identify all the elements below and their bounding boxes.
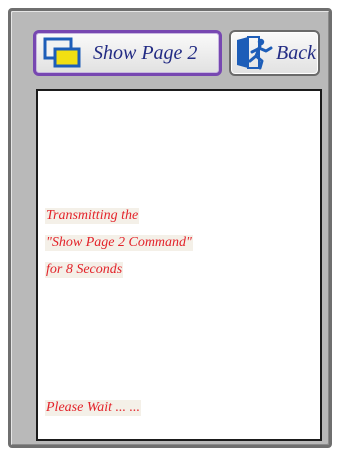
back-button[interactable]: Back <box>229 30 320 76</box>
panel-frame: Show Page 2 Back Transmitting the "Show … <box>8 8 332 448</box>
toolbar: Show Page 2 Back <box>11 11 329 91</box>
please-wait-text: Please Wait ... ... <box>45 400 141 416</box>
back-label: Back <box>276 41 316 64</box>
exit-icon <box>237 36 273 70</box>
message-line-3: for 8 Seconds <box>45 262 124 278</box>
message-line-1: Transmitting the <box>45 208 140 224</box>
content-area: Transmitting the "Show Page 2 Command" f… <box>36 89 322 441</box>
pages-icon <box>43 37 81 68</box>
show-page-2-label: Show Page 2 <box>93 41 198 64</box>
show-page-2-button[interactable]: Show Page 2 <box>33 30 222 76</box>
message-line-2: "Show Page 2 Command" <box>45 235 193 251</box>
